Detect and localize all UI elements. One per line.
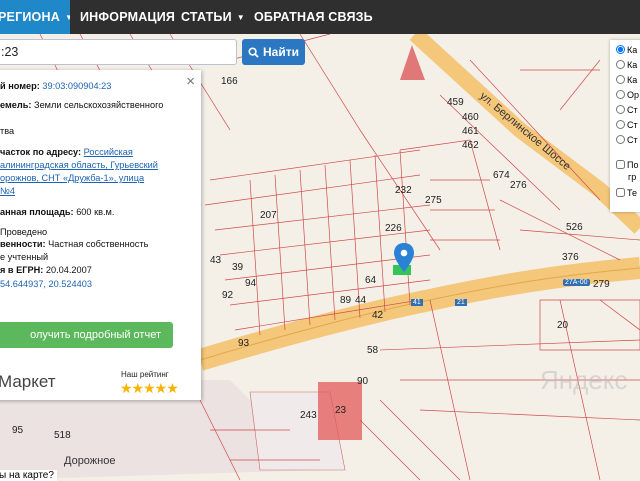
parcel-number: 90 — [357, 376, 369, 387]
parcel-number: 42 — [372, 310, 384, 321]
layer-radio[interactable] — [616, 90, 625, 99]
map-hint[interactable]: ы на карте? — [0, 470, 57, 481]
layer-option-label: Ка — [627, 60, 638, 70]
layer-option-label: Ст — [627, 120, 638, 130]
layer-radio[interactable] — [616, 60, 625, 69]
parcel-number: 526 — [566, 222, 583, 233]
address-link[interactable]: алининградская область, Гурьевский — [0, 159, 158, 171]
chevron-down-icon: ▼ — [64, 12, 70, 22]
parcel-number: 207 — [260, 210, 277, 221]
map-watermark: Яндекс — [540, 365, 628, 395]
rating-stars: ★★★★★ — [120, 380, 179, 396]
layer-radio[interactable] — [616, 135, 625, 144]
search-button-label: Найти — [263, 45, 299, 59]
parcel-number: 376 — [562, 252, 579, 263]
parcel-number: 20 — [557, 320, 569, 331]
land-category-label: емель: — [0, 100, 32, 110]
layer-radio[interactable] — [616, 120, 625, 129]
ownership-value: Частная собственность — [48, 239, 149, 249]
road-number: 41 — [411, 299, 423, 306]
parcel-info-panel: × й номер: 39:03:090904:23 емель: Земли … — [0, 70, 201, 400]
egrn-label: я в ЕГРН: — [0, 265, 44, 275]
search-button[interactable]: Найти — [242, 39, 305, 65]
layer-radio[interactable] — [616, 105, 625, 114]
parcel-number: 276 — [510, 180, 527, 191]
parcel-number: 279 — [593, 279, 610, 290]
ownership-value-cont: е учтенный — [0, 252, 49, 262]
layer-option-label: Ор — [627, 90, 640, 100]
parcel-number: 462 — [462, 140, 479, 151]
ownership-label: венности: — [0, 239, 46, 249]
cadastral-number-value[interactable]: 39:03:090904:23 — [42, 81, 111, 91]
parcel-number: 64 — [365, 275, 377, 286]
close-icon[interactable]: × — [186, 74, 195, 89]
parcel-number: 39 — [232, 262, 244, 273]
parcel-number: 243 — [300, 410, 317, 421]
area-label: анная площадь: — [0, 207, 74, 217]
parcel-number: 94 — [245, 278, 257, 289]
road-number: 21 — [455, 299, 467, 306]
parcel-number: 58 — [367, 345, 379, 356]
layer-check-label: По — [627, 160, 639, 170]
parcel-number: 44 — [355, 295, 367, 306]
nav-info[interactable]: ИНФОРМАЦИЯ — [80, 0, 175, 34]
land-category-value-cont: тва — [0, 126, 15, 136]
search-icon — [248, 47, 259, 58]
area-value: 600 кв.м. — [76, 207, 115, 217]
layer-check-label-cont: гр — [628, 172, 637, 182]
address-link[interactable]: №4 — [0, 185, 15, 197]
layer-option-label: Ка — [627, 75, 638, 85]
layer-option-label: Ка — [627, 45, 638, 55]
nav-region-menu[interactable]: РЕГИОНА ▼ — [0, 0, 70, 34]
parcel-number: 93 — [238, 338, 250, 349]
parcel-number: 460 — [462, 112, 479, 123]
market-logo[interactable]: Маркет — [0, 372, 56, 392]
layer-radio[interactable] — [616, 45, 625, 54]
layer-checkbox[interactable] — [616, 188, 625, 197]
coordinates[interactable]: 54.644937, 20.524403 — [0, 278, 92, 290]
parcel-number: 92 — [222, 290, 234, 301]
chevron-down-icon: ▼ — [236, 12, 245, 22]
road-badge: 27А-00 — [563, 279, 590, 286]
parcel-number: 275 — [425, 195, 442, 206]
parcel-number: 166 — [221, 76, 238, 87]
layer-check-label: Те — [627, 188, 637, 198]
survey-status: Проведено — [0, 227, 48, 237]
parcel-number: 226 — [385, 223, 402, 234]
parcel-number: 95 — [12, 425, 24, 436]
parcel-number: 232 — [395, 185, 412, 196]
egrn-value: 20.04.2007 — [45, 265, 92, 275]
parcel-number: 89 — [340, 295, 352, 306]
parcel-number: 459 — [447, 97, 464, 108]
parcel-number: 461 — [462, 126, 479, 137]
top-nav: РЕГИОНА ▼ ИНФОРМАЦИЯ СТАТЬИ ▼ ОБРАТНАЯ СВЯ… — [0, 0, 640, 34]
nav-feedback[interactable]: ОБРАТНАЯ СВЯЗЬ — [254, 0, 373, 34]
layer-panel: Ка Ка Ка Ор Ст Ст Ст По гр Те — [610, 40, 640, 212]
layer-option-label: Ст — [627, 135, 638, 145]
village-label: Дорожное — [64, 455, 116, 467]
land-category-value: Земли сельскохозяйственного — [34, 100, 164, 110]
rating-label: Наш рейтинг — [121, 370, 169, 379]
parcel-number: 43 — [210, 255, 222, 266]
parcel-number: 518 — [54, 430, 71, 441]
parcel-number: 23 — [335, 405, 347, 416]
parcel-number: 674 — [493, 170, 510, 181]
layer-option-label: Ст — [627, 105, 638, 115]
nav-articles-menu[interactable]: СТАТЬИ ▼ — [181, 0, 245, 34]
nav-articles-label: СТАТЬИ — [181, 10, 232, 24]
get-report-button[interactable]: олучить подробный отчет — [0, 322, 173, 348]
address-link[interactable]: Российская — [84, 147, 133, 157]
address-label: часток по адресу: — [0, 147, 82, 157]
nav-region-label: РЕГИОНА — [0, 10, 60, 24]
address-link[interactable]: орожнов, СНТ «Дружба-1», улица — [0, 172, 144, 184]
layer-checkbox[interactable] — [616, 160, 625, 169]
cadastral-number-label: й номер: — [0, 81, 40, 91]
layer-radio[interactable] — [616, 75, 625, 84]
search-input[interactable]: :23 — [0, 39, 237, 65]
